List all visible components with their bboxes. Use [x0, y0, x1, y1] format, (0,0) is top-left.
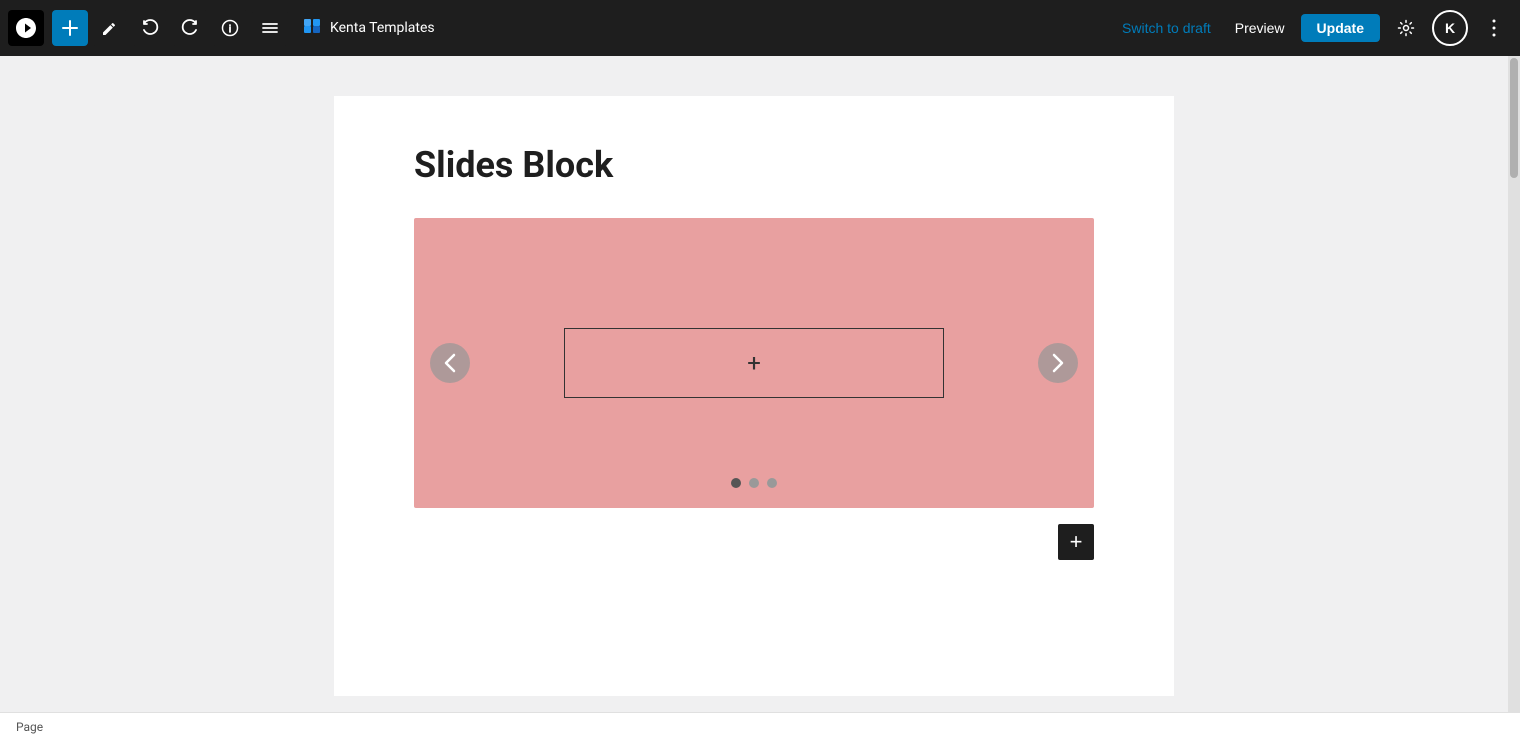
- page-title: Slides Block: [414, 144, 1094, 186]
- slider-dots: [731, 478, 777, 488]
- scrollbar[interactable]: [1508, 56, 1520, 712]
- chevron-left-icon: [444, 353, 456, 373]
- slide-content-area[interactable]: +: [564, 328, 944, 398]
- add-block-inner-label[interactable]: +: [747, 349, 761, 377]
- more-options-icon: [1492, 19, 1496, 37]
- wp-logo-icon: [14, 16, 38, 40]
- add-block-toolbar-button[interactable]: [52, 10, 88, 46]
- edit-button[interactable]: [92, 10, 128, 46]
- slider-dot-2[interactable]: [749, 478, 759, 488]
- slider-block: +: [414, 218, 1094, 508]
- preview-button[interactable]: Preview: [1227, 16, 1293, 40]
- page-content: Slides Block +: [334, 96, 1174, 696]
- add-block-outer: +: [414, 524, 1094, 560]
- slider-prev-button[interactable]: [430, 343, 470, 383]
- user-avatar-button[interactable]: K: [1432, 10, 1468, 46]
- bottom-bar: Page: [0, 712, 1520, 740]
- plugin-name: Kenta Templates: [330, 20, 435, 36]
- page-type-label: Page: [16, 720, 43, 734]
- list-icon: [261, 19, 279, 37]
- kenta-icon: [300, 16, 324, 40]
- switch-to-draft-button[interactable]: Switch to draft: [1114, 16, 1219, 40]
- toolbar-right: Switch to draft Preview Update K: [1114, 10, 1512, 46]
- redo-button[interactable]: [172, 10, 208, 46]
- gear-icon: [1397, 19, 1415, 37]
- chevron-right-icon: [1052, 353, 1064, 373]
- plugin-label: Kenta Templates: [300, 16, 435, 40]
- info-button[interactable]: [212, 10, 248, 46]
- plus-icon: [61, 19, 79, 37]
- toolbar-left: Kenta Templates: [8, 10, 435, 46]
- update-button[interactable]: Update: [1301, 14, 1380, 42]
- list-view-button[interactable]: [252, 10, 288, 46]
- info-icon: [221, 19, 239, 37]
- pencil-icon: [101, 19, 119, 37]
- slider-dot-3[interactable]: [767, 478, 777, 488]
- settings-button[interactable]: [1388, 10, 1424, 46]
- editor-area: Slides Block +: [0, 56, 1520, 712]
- undo-button[interactable]: [132, 10, 168, 46]
- add-block-outer-button[interactable]: +: [1058, 524, 1094, 560]
- editor-canvas: Slides Block +: [0, 56, 1508, 712]
- undo-icon: [141, 19, 159, 37]
- wp-logo: [8, 10, 44, 46]
- redo-icon: [181, 19, 199, 37]
- slider-dot-1[interactable]: [731, 478, 741, 488]
- slider-next-button[interactable]: [1038, 343, 1078, 383]
- scrollbar-thumb: [1510, 58, 1518, 178]
- toolbar: Kenta Templates Switch to draft Preview …: [0, 0, 1520, 56]
- more-options-button[interactable]: [1476, 10, 1512, 46]
